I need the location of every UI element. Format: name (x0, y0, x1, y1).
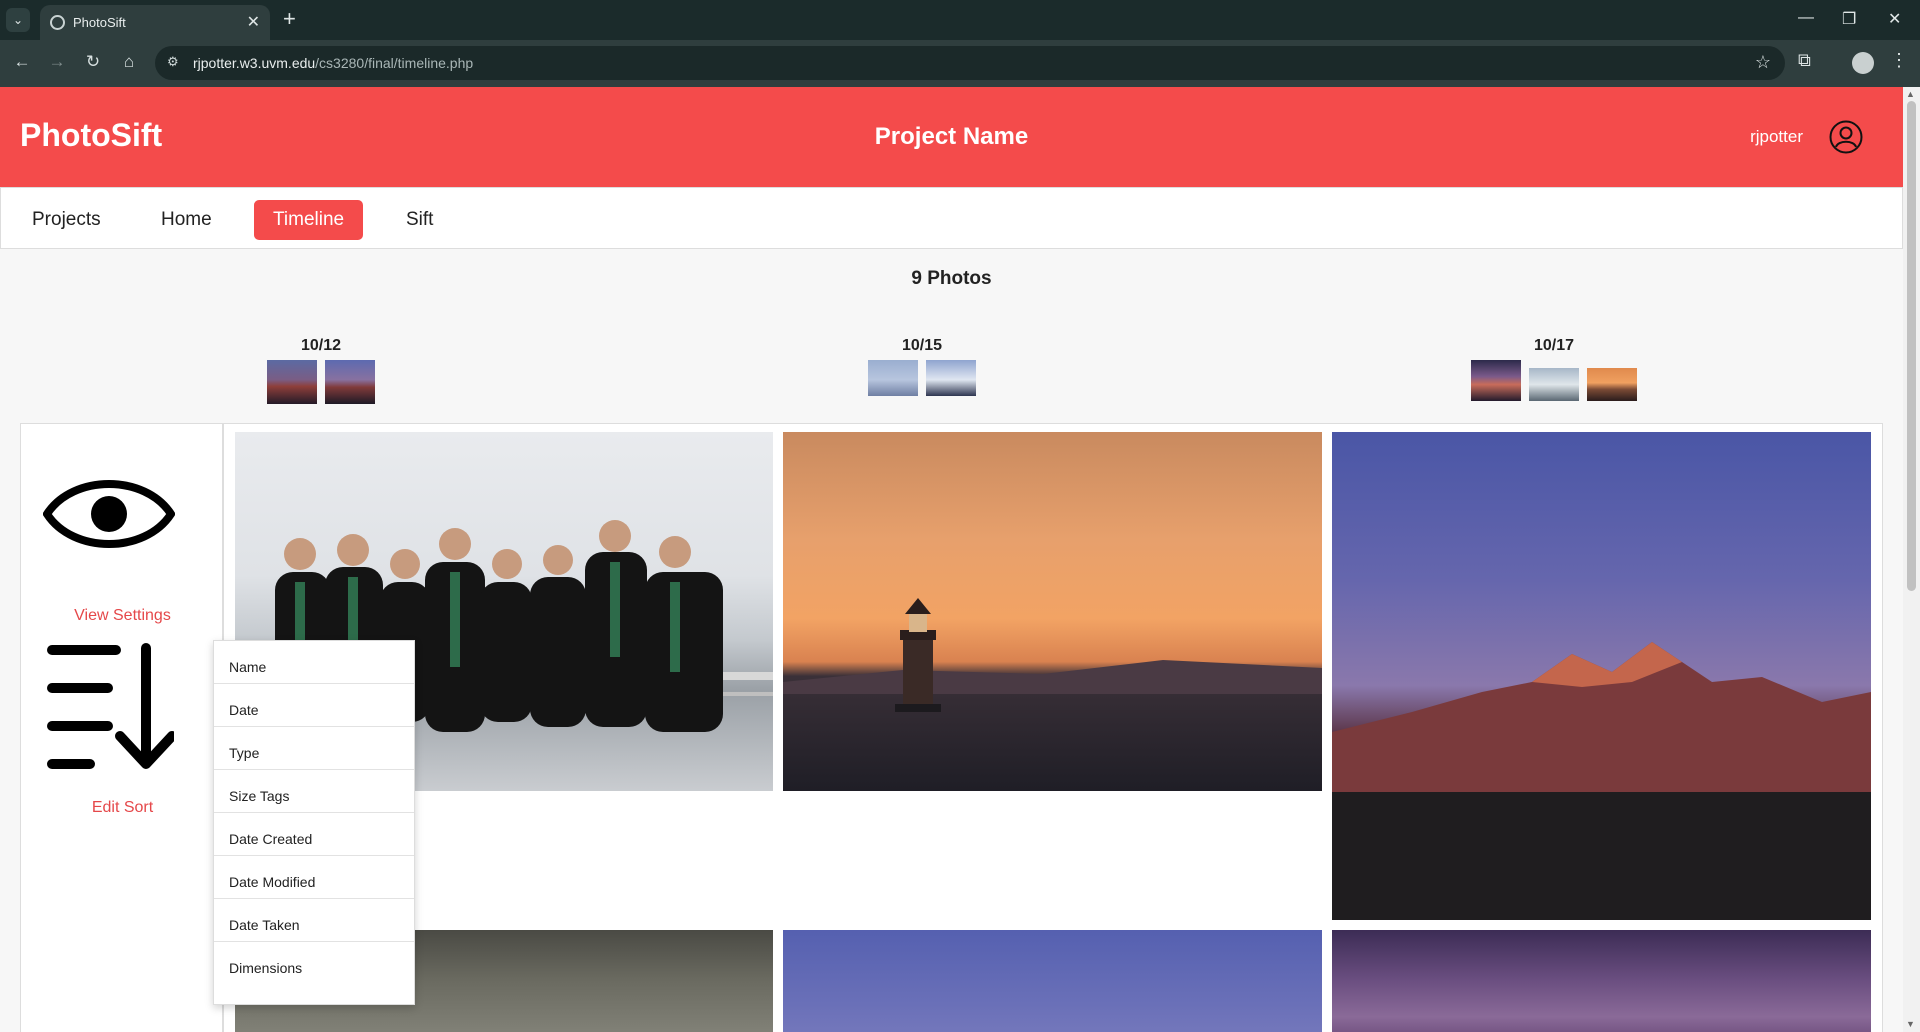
app-header: PhotoSift Project Name rjpotter (0, 87, 1903, 187)
photo-lighthouse[interactable] (783, 432, 1322, 791)
close-tab-icon[interactable]: ✕ (247, 12, 260, 32)
timeline-date: 10/17 (1533, 337, 1575, 354)
scroll-up-icon[interactable]: ▲ (1906, 89, 1915, 99)
back-icon[interactable]: ← (11, 52, 33, 72)
sort-option-date-taken[interactable]: Date Taken (214, 899, 414, 942)
nav-sift[interactable]: Sift (387, 200, 452, 240)
sort-option-date-created[interactable]: Date Created (214, 813, 414, 856)
restore-icon[interactable]: ❐ (1842, 9, 1856, 29)
profile-avatar[interactable] (1852, 52, 1874, 74)
globe-icon (50, 15, 65, 30)
browser-tab[interactable]: PhotoSift ✕ (40, 5, 270, 40)
site-info-icon[interactable]: ⚙ (167, 54, 179, 70)
edit-sort-link[interactable]: Edit Sort (21, 799, 224, 817)
timeline-thumbnail[interactable] (868, 360, 918, 396)
sort-option-name[interactable]: Name (214, 641, 414, 684)
timeline-thumbnail[interactable] (1587, 368, 1637, 401)
main-nav: Projects Home Timeline Sift (0, 187, 1903, 249)
url-input[interactable]: ⚙ rjpotter.w3.uvm.edu/cs3280/final/timel… (155, 46, 1785, 80)
timeline-group: 10/15 (867, 337, 977, 396)
timeline-thumbnail[interactable] (1471, 360, 1521, 401)
minimize-icon[interactable]: — (1798, 9, 1814, 27)
sort-icon[interactable] (46, 642, 174, 772)
sort-option-type[interactable]: Type (214, 727, 414, 770)
timeline-group: 10/17 (1469, 337, 1639, 401)
extensions-icon[interactable]: ⧉ (1798, 50, 1811, 71)
timeline-group: 10/12 (266, 337, 376, 404)
project-name: Project Name (874, 123, 1029, 150)
username[interactable]: rjpotter (1750, 127, 1803, 147)
photo-count: 9 Photos (911, 268, 992, 289)
photo-mountain[interactable] (1332, 432, 1871, 920)
tab-search-icon[interactable]: ⌄ (6, 8, 30, 32)
browser-tab-bar: ⌄ PhotoSift ✕ + — ❐ ✕ (0, 0, 1920, 40)
timeline-thumbnail[interactable] (267, 360, 317, 404)
nav-home[interactable]: Home (142, 200, 231, 240)
browser-menu-icon[interactable]: ⋮ (1890, 50, 1908, 71)
nav-timeline[interactable]: Timeline (254, 200, 364, 240)
url-text: rjpotter.w3.uvm.edu/cs3280/final/timelin… (193, 55, 474, 71)
photo-purple-clouds[interactable] (1332, 930, 1871, 1032)
timeline-thumbnail[interactable] (325, 360, 375, 404)
nav-projects[interactable]: Projects (13, 200, 120, 240)
timeline-date: 10/15 (901, 337, 943, 354)
view-settings-link[interactable]: View Settings (21, 607, 224, 625)
photo-blue-sky[interactable] (783, 930, 1322, 1032)
reload-icon[interactable]: ↻ (82, 52, 104, 72)
scrollbar-thumb[interactable] (1907, 101, 1916, 591)
timeline-thumbnail[interactable] (926, 360, 976, 396)
timeline-thumbnail[interactable] (1529, 368, 1579, 401)
sort-option-dimensions[interactable]: Dimensions (214, 942, 414, 985)
bookmark-star-icon[interactable]: ☆ (1755, 52, 1771, 73)
page: PhotoSift Project Name rjpotter Projects… (0, 87, 1903, 1032)
page-scrollbar[interactable]: ▲ ▼ (1903, 87, 1920, 1032)
new-tab-icon[interactable]: + (283, 6, 296, 32)
user-account-icon[interactable] (1829, 120, 1863, 154)
sort-option-size-tags[interactable]: Size Tags (214, 770, 414, 813)
view-sidebar: View Settings Edit Sort (20, 423, 223, 1032)
timeline-date: 10/12 (300, 337, 342, 354)
close-window-icon[interactable]: ✕ (1888, 9, 1901, 29)
sort-dropdown: Name Date Type Size Tags Date Created Da… (213, 640, 415, 1005)
photo-gallery (223, 423, 1883, 1032)
scroll-down-icon[interactable]: ▼ (1906, 1019, 1915, 1029)
sort-option-date[interactable]: Date (214, 684, 414, 727)
eye-icon[interactable] (43, 474, 175, 554)
sort-option-date-modified[interactable]: Date Modified (214, 856, 414, 899)
forward-icon[interactable]: → (46, 52, 68, 72)
tab-title: PhotoSift (73, 15, 126, 30)
home-icon[interactable]: ⌂ (118, 52, 140, 72)
address-bar-row: ← → ↻ ⌂ ⚙ rjpotter.w3.uvm.edu/cs3280/fin… (0, 40, 1920, 87)
